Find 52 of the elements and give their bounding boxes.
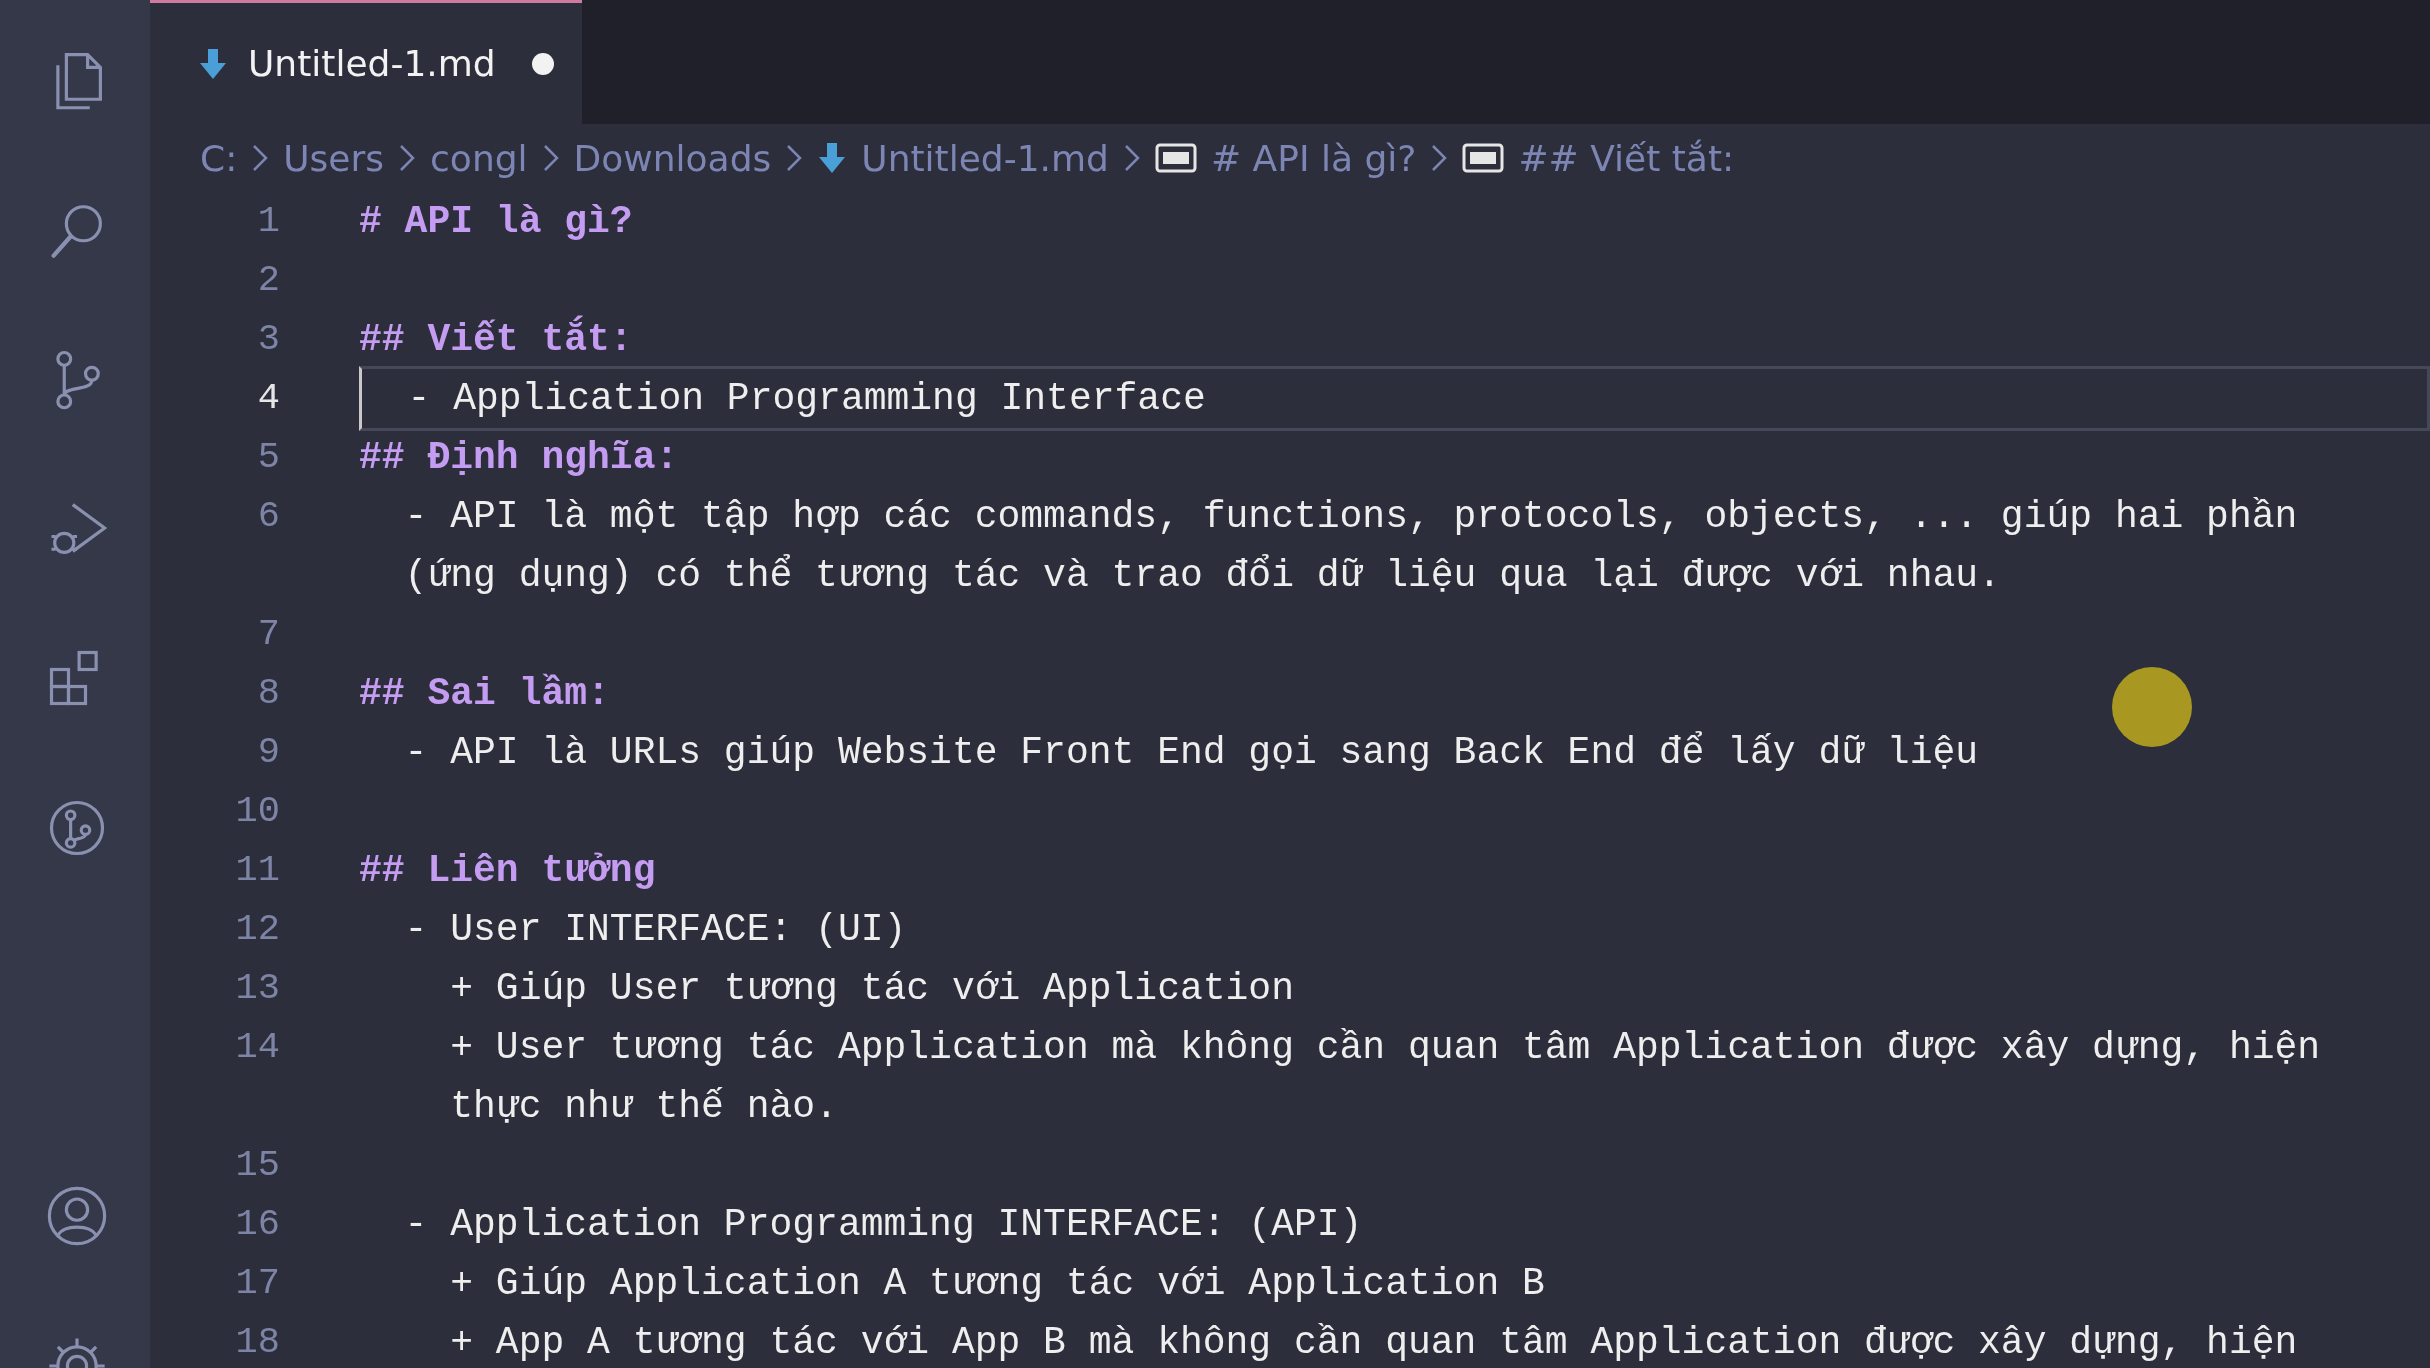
code-line: + Giúp User tương tác với Application xyxy=(449,966,1294,1012)
code-line: ## Liên tưởng xyxy=(359,848,656,894)
breadcrumb-item[interactable]: Untitled-1.md xyxy=(817,137,1109,179)
breadcrumb-item[interactable]: Downloads xyxy=(573,137,772,179)
line-number: 3 xyxy=(256,317,280,362)
breadcrumb-item[interactable]: Users xyxy=(283,137,385,179)
code-line: - API là một tập hợp các commands, functions, protocols, objects, ... giúp hai phần xyxy=(403,494,2298,540)
code-line: + User tương tác Application mà không cần quan tâm Application được xây dựng, hiện xyxy=(449,1025,2321,1071)
code-line: - Application Programming INTERFACE: (API) xyxy=(403,1202,1363,1248)
code-line: ## Viết tắt: xyxy=(359,310,633,369)
line-number: 6 xyxy=(256,494,280,539)
chevron-icon xyxy=(251,143,270,173)
breadcrumb-item[interactable]: congl xyxy=(430,137,528,179)
breadcrumb-item[interactable]: ## Viết tắt: xyxy=(1462,137,1735,179)
chevron-icon xyxy=(398,143,417,173)
line-number: 17 xyxy=(234,1261,280,1306)
code-line: (ứng dụng) có thể tương tác và trao đổi dữ liệu qua lại được với nhau. xyxy=(403,553,2001,599)
code-line: + Giúp Application A tương tác với Application B xyxy=(449,1261,1545,1307)
chevron-icon xyxy=(1122,143,1141,173)
line-number: 13 xyxy=(234,966,280,1011)
breadcrumb-item[interactable]: C: xyxy=(200,137,238,179)
editor-tab[interactable]: Untitled-1.md xyxy=(150,0,582,124)
line-number: 2 xyxy=(256,258,280,303)
line-number: 7 xyxy=(256,612,280,657)
line-number: 10 xyxy=(234,789,280,834)
code-line: ## Định nghĩa: xyxy=(359,435,679,481)
code-line: ## Sai lầm: xyxy=(359,671,610,717)
breadcrumb-item[interactable]: # API là gì? xyxy=(1154,137,1417,179)
arrow-down-icon xyxy=(817,141,848,175)
line-number: 5 xyxy=(256,435,280,480)
code-line: # API là gì? xyxy=(359,199,633,245)
code-line: thực như thế nào. xyxy=(449,1084,838,1130)
line-number: 4 xyxy=(256,376,280,421)
code-line: - Application Programming Interface xyxy=(406,376,1206,422)
chevron-icon xyxy=(541,143,560,173)
line-number: 9 xyxy=(256,730,280,775)
line-number: 1 xyxy=(256,199,280,244)
line-number: 18 xyxy=(234,1320,280,1365)
chevron-icon xyxy=(785,143,804,173)
line-number: 11 xyxy=(234,848,280,893)
line-number: 8 xyxy=(256,671,280,716)
arrow-down-icon xyxy=(198,46,228,81)
code-line: - API là URLs giúp Website Front End gọi sang Back End để lấy dữ liệu xyxy=(403,730,1979,776)
line-number: 15 xyxy=(234,1143,280,1188)
symbol-icon xyxy=(1462,143,1505,173)
code-line: + App A tương tác với App B mà không cần quan tâm Application được xây dựng, hiện xyxy=(449,1320,2298,1366)
line-number: 16 xyxy=(234,1202,280,1247)
code-line: - User INTERFACE: (UI) xyxy=(403,907,907,953)
chevron-icon xyxy=(1430,143,1449,173)
line-number: 14 xyxy=(234,1025,280,1070)
line-number: 12 xyxy=(234,907,280,952)
symbol-icon xyxy=(1154,143,1197,173)
